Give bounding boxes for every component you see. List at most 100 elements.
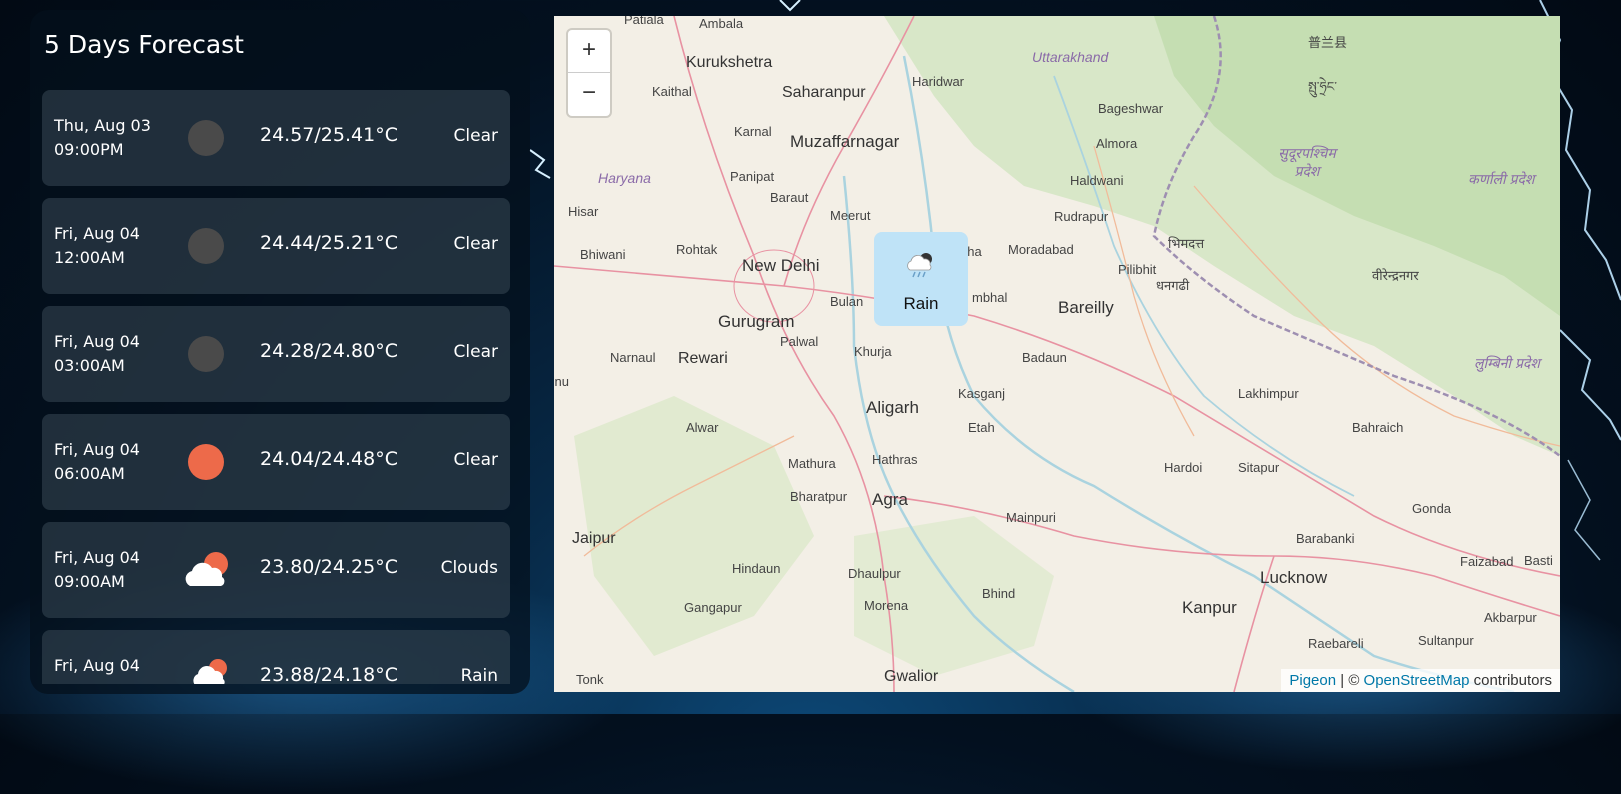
map-label: भिमदत्त (1168, 236, 1205, 251)
map-attribution: Pigeon | © OpenStreetMap contributors (1281, 669, 1560, 692)
forecast-day: Fri, Aug 04 (54, 656, 140, 675)
attribution-suffix: contributors (1469, 672, 1552, 689)
map-label: Basti (1524, 553, 1553, 568)
forecast-day: Fri, Aug 04 (54, 548, 140, 567)
map-label: Rudrapur (1054, 209, 1109, 224)
map-label: Barabanki (1296, 531, 1355, 546)
zoom-out-button[interactable]: − (568, 72, 610, 115)
forecast-temp: 24.44/25.21°C (260, 232, 398, 254)
forecast-row: Fri, Aug 04 09:00AM 23.80/24.25°C Clouds (42, 522, 510, 618)
forecast-datetime: Fri, Aug 04 06:00AM (54, 438, 140, 486)
map-label: Gurugram (718, 312, 795, 331)
map-label: 普兰县 (1308, 35, 1348, 50)
map-label: Bhiwani (580, 247, 626, 262)
forecast-desc: Clear (453, 450, 498, 470)
forecast-datetime: Fri, Aug 04 12:00AM (54, 222, 140, 270)
moon-dark-icon (188, 336, 224, 372)
map-label: कर्णाली प्रदेश (1468, 171, 1535, 187)
forecast-datetime: Thu, Aug 03 09:00PM (54, 114, 151, 162)
zoom-control: + − (568, 30, 610, 116)
forecast-title: 5 Days Forecast (44, 30, 244, 59)
forecast-time: 12:00AM (54, 248, 125, 267)
forecast-time: 09:00PM (54, 140, 124, 159)
map-label: Khurja (854, 344, 892, 359)
forecast-day: Fri, Aug 04 (54, 440, 140, 459)
map-label: Aligarh (866, 398, 919, 417)
map-label: Kanpur (1182, 598, 1237, 617)
map-label: धनगढी (1156, 278, 1190, 293)
map-label: Gangapur (684, 600, 742, 615)
forecast-temp: 23.88/24.18°C (260, 664, 398, 684)
map-label: Baraut (770, 190, 809, 205)
map-label: Moradabad (1008, 242, 1074, 257)
map-label: Hindaun (732, 561, 781, 576)
attribution-separator: | © (1336, 672, 1364, 689)
map-label: Akbarpur (1484, 610, 1537, 625)
map-label: Bareilly (1058, 298, 1114, 317)
osm-link[interactable]: OpenStreetMap (1364, 672, 1470, 689)
zoom-in-button[interactable]: + (568, 30, 610, 72)
map-label: Rohtak (676, 242, 718, 257)
map-label: Bulan (830, 294, 864, 309)
moon-dark-icon (188, 120, 224, 156)
map-label: Bageshwar (1098, 101, 1164, 116)
map-label: Uttarakhand (1032, 49, 1109, 65)
map-label: Kasganj (958, 386, 1005, 401)
forecast-desc: Rain (460, 666, 498, 684)
map-label: Haldwani (1070, 173, 1124, 188)
map-label: Bahraich (1352, 420, 1404, 435)
forecast-day: Fri, Aug 04 (54, 332, 140, 351)
map-label: Bharatpur (790, 489, 848, 504)
forecast-desc: Clear (453, 342, 498, 362)
weather-marker[interactable]: Rain (874, 232, 968, 326)
map-label: Palwal (780, 334, 819, 349)
map-label: Patiala (624, 16, 664, 27)
weather-map[interactable]: Patiala Ambala Kurukshetra Kaithal Sahar… (554, 16, 1560, 692)
map-label: mbhal (972, 290, 1008, 305)
map-label: Meerut (830, 208, 871, 223)
map-label: Sultanpur (1418, 633, 1474, 648)
map-label: Alwar (686, 420, 719, 435)
forecast-list[interactable]: Thu, Aug 03 09:00PM 24.57/25.41°C Clear … (42, 90, 510, 684)
map-label: Bhind (982, 586, 1016, 601)
forecast-temp: 24.28/24.80°C (260, 340, 398, 362)
map-label: Badaun (1022, 350, 1067, 365)
cloud-sun-icon (182, 550, 230, 590)
rain-cloud-icon (904, 250, 938, 280)
forecast-datetime: Fri, Aug 04 (54, 654, 140, 678)
forecast-temp: 24.57/25.41°C (260, 124, 398, 146)
map-label: Etah (968, 420, 995, 435)
map-label: Hathras (872, 452, 918, 467)
forecast-desc: Clear (453, 126, 498, 146)
map-label: लुम्बिनी प्रदेश (1474, 355, 1540, 371)
map-label: Karnal (734, 124, 772, 139)
map-label: Sitapur (1238, 460, 1280, 475)
map-label: Kaithal (652, 84, 692, 99)
moon-dark-icon (188, 228, 224, 264)
forecast-time: 09:00AM (54, 572, 125, 591)
forecast-temp: 24.04/24.48°C (260, 448, 398, 470)
map-label: Dhaulpur (848, 566, 901, 581)
map-label: Muzaffarnagar (790, 132, 900, 151)
map-label: Almora (1096, 136, 1138, 151)
map-label: Hisar (568, 204, 599, 219)
map-label: Haryana (598, 170, 651, 186)
forecast-panel: 5 Days Forecast Thu, Aug 03 09:00PM 24.5… (30, 10, 530, 694)
map-label: Haridwar (912, 74, 965, 89)
map-label: Gwalior (884, 668, 939, 685)
forecast-row: Thu, Aug 03 09:00PM 24.57/25.41°C Clear (42, 90, 510, 186)
map-label: Ambala (699, 16, 744, 31)
map-label: Mainpuri (1006, 510, 1056, 525)
map-label: वीरेन्द्रनगर (1372, 268, 1419, 283)
cloud-sun-icon (190, 656, 230, 684)
map-label: Jaipur (572, 530, 616, 547)
forecast-time: 06:00AM (54, 464, 125, 483)
map-label: nunu (554, 374, 569, 389)
map-label: སྤུ་ཧྲེང་ (1308, 79, 1338, 94)
map-label: Narnaul (610, 350, 656, 365)
map-label: Hardoi (1164, 460, 1203, 475)
map-label: Lakhimpur (1238, 386, 1299, 401)
provider-link[interactable]: Pigeon (1289, 672, 1336, 689)
sun-icon (188, 444, 224, 480)
map-label: Morena (864, 598, 909, 613)
